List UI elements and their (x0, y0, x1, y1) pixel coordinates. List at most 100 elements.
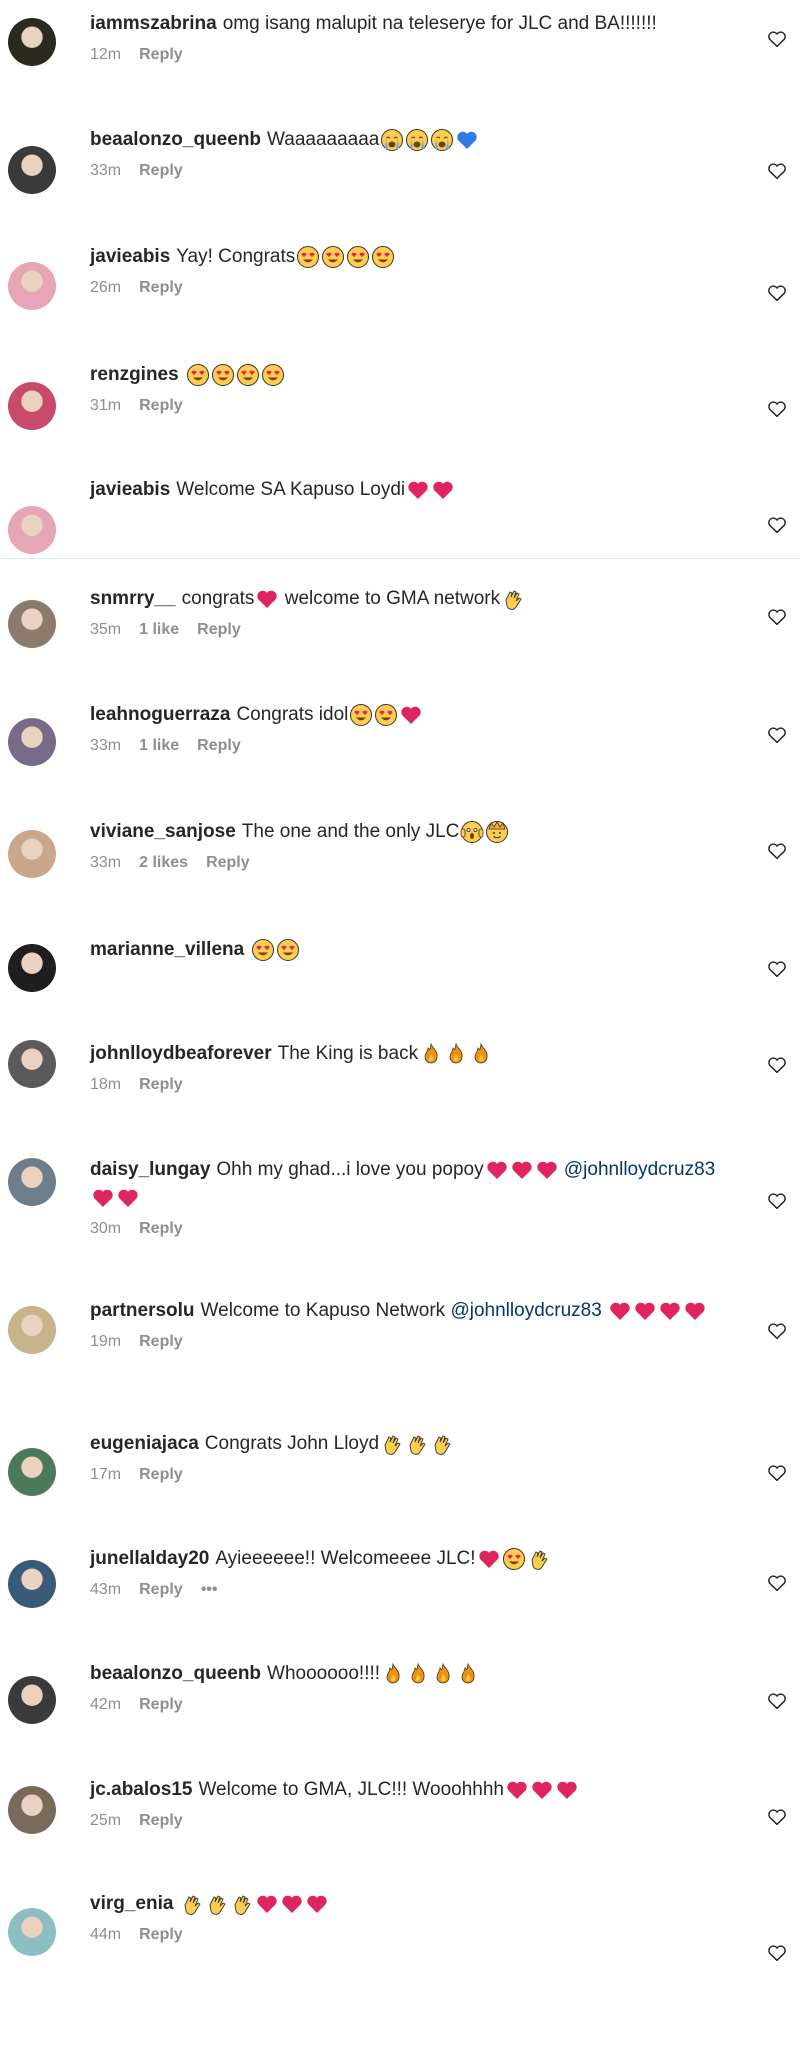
comment-meta: 44m Reply (90, 1926, 730, 1944)
fire-emoji-icon (436, 1662, 450, 1684)
username-link[interactable]: partnersolu (90, 1300, 195, 1321)
blue-heart-emoji-icon (457, 131, 478, 149)
red-heart-emoji-icon (257, 590, 278, 608)
like-heart-icon[interactable] (766, 1942, 788, 1964)
avatar[interactable] (8, 1158, 56, 1206)
username-link[interactable]: virg_enia (90, 1893, 173, 1914)
reply-button[interactable]: Reply (139, 1076, 183, 1093)
reply-button[interactable]: Reply (139, 162, 183, 179)
reply-button[interactable]: Reply (197, 737, 241, 754)
avatar[interactable] (8, 718, 56, 766)
comment-body: javieabis Yay! Congrats 26m Reply (90, 243, 730, 297)
comment-body: snmrry__ congrats welcome to GMA network 3… (90, 585, 730, 639)
comment-message: The King is back (277, 1043, 419, 1064)
comment-body: eugeniajaca Congrats John Lloyd 17m Reply (90, 1430, 730, 1484)
comment-meta: 31m Reply (90, 397, 730, 415)
more-options-icon[interactable]: ••• (201, 1581, 218, 1598)
reply-button[interactable]: Reply (139, 1926, 183, 1943)
username-link[interactable]: beaalonzo_queenb (90, 1663, 261, 1684)
comment-meta: 42m Reply (90, 1696, 730, 1714)
avatar[interactable] (8, 944, 56, 992)
like-count[interactable]: 1 like (139, 737, 179, 754)
like-heart-icon[interactable] (766, 398, 788, 420)
comment-message: Waaaaaaaaa (267, 129, 380, 150)
comment-text: javieabis Welcome SA Kapuso Loydi (90, 476, 730, 504)
like-heart-icon[interactable] (766, 1806, 788, 1828)
reply-button[interactable]: Reply (139, 279, 183, 296)
comment-message: Whoooooo!!!! (267, 1663, 381, 1684)
like-heart-icon[interactable] (766, 28, 788, 50)
crown-face-emoji-icon (486, 820, 509, 843)
reply-button[interactable]: Reply (197, 621, 241, 638)
like-heart-icon[interactable] (766, 1190, 788, 1212)
username-link[interactable]: eugeniajaca (90, 1433, 199, 1454)
comment-body: daisy_lungay Ohh my ghad...i love you pop… (90, 1156, 730, 1238)
username-link[interactable]: jc.abalos15 (90, 1779, 192, 1800)
heart-eyes-emoji-icon (375, 703, 398, 726)
username-link[interactable]: snmrry__ (90, 588, 176, 609)
like-heart-icon[interactable] (766, 606, 788, 628)
reply-button[interactable]: Reply (139, 1220, 183, 1237)
username-link[interactable]: javieabis (90, 246, 170, 267)
avatar[interactable] (8, 1040, 56, 1088)
username-link[interactable]: beaalonzo_queenb (90, 129, 261, 150)
like-heart-icon[interactable] (766, 160, 788, 182)
timestamp: 43m (90, 1581, 122, 1598)
avatar[interactable] (8, 1560, 56, 1608)
avatar[interactable] (8, 830, 56, 878)
avatar[interactable] (8, 18, 56, 66)
like-heart-icon[interactable] (766, 1572, 788, 1594)
like-heart-icon[interactable] (766, 958, 788, 980)
clap-emoji-icon (384, 1435, 401, 1455)
like-heart-icon[interactable] (766, 1320, 788, 1342)
username-link[interactable]: iammszabrina (90, 13, 217, 34)
avatar[interactable] (8, 1908, 56, 1956)
red-heart-emoji-icon (486, 1161, 507, 1179)
username-link[interactable]: johnlloydbeaforever (90, 1043, 272, 1064)
comment-text: marianne_villena (90, 936, 730, 964)
reply-button[interactable]: Reply (139, 1812, 183, 1829)
avatar[interactable] (8, 1448, 56, 1496)
username-link[interactable]: viviane_sanjose (90, 821, 236, 842)
comment-body: iammszabrina omg isang malupit na teleser… (90, 10, 730, 64)
like-count[interactable]: 1 like (139, 621, 179, 638)
username-link[interactable]: junellalday20 (90, 1548, 209, 1569)
avatar[interactable] (8, 146, 56, 194)
comment-text: javieabis Yay! Congrats (90, 243, 730, 271)
comment-body: beaalonzo_queenb Whoooooo!!!! 42m Reply (90, 1660, 730, 1714)
like-heart-icon[interactable] (766, 514, 788, 536)
like-heart-icon[interactable] (766, 1462, 788, 1484)
like-heart-icon[interactable] (766, 724, 788, 746)
comment-meta: 26m Reply (90, 279, 730, 297)
comment-meta: 43m Reply ••• (90, 1581, 730, 1599)
username-link[interactable]: javieabis (90, 479, 170, 500)
reply-button[interactable]: Reply (139, 1581, 183, 1598)
red-heart-emoji-icon (93, 1189, 113, 1207)
username-link[interactable]: marianne_villena (90, 939, 244, 960)
mention-link[interactable]: @johnlloydcruz83 (450, 1300, 601, 1321)
like-heart-icon[interactable] (766, 840, 788, 862)
username-link[interactable]: leahnoguerraza (90, 704, 230, 725)
avatar[interactable] (8, 1786, 56, 1834)
avatar[interactable] (8, 600, 56, 648)
comment-body: renzgines 31m Reply (90, 361, 730, 415)
like-heart-icon[interactable] (766, 1054, 788, 1076)
reply-button[interactable]: Reply (139, 397, 183, 414)
comment-body: viviane_sanjose The one and the only JLC 3… (90, 818, 730, 872)
username-link[interactable]: renzgines (90, 364, 179, 385)
reply-button[interactable]: Reply (139, 46, 183, 63)
avatar[interactable] (8, 262, 56, 310)
avatar[interactable] (8, 382, 56, 430)
like-heart-icon[interactable] (766, 1690, 788, 1712)
like-heart-icon[interactable] (766, 282, 788, 304)
reply-button[interactable]: Reply (139, 1333, 183, 1350)
reply-button[interactable]: Reply (139, 1466, 183, 1483)
reply-button[interactable]: Reply (206, 854, 250, 871)
mention-link[interactable]: @johnlloydcruz83 (564, 1159, 715, 1180)
avatar[interactable] (8, 1306, 56, 1354)
avatar[interactable] (8, 506, 56, 554)
avatar[interactable] (8, 1676, 56, 1724)
reply-button[interactable]: Reply (139, 1696, 183, 1713)
like-count[interactable]: 2 likes (139, 854, 188, 871)
username-link[interactable]: daisy_lungay (90, 1159, 210, 1180)
